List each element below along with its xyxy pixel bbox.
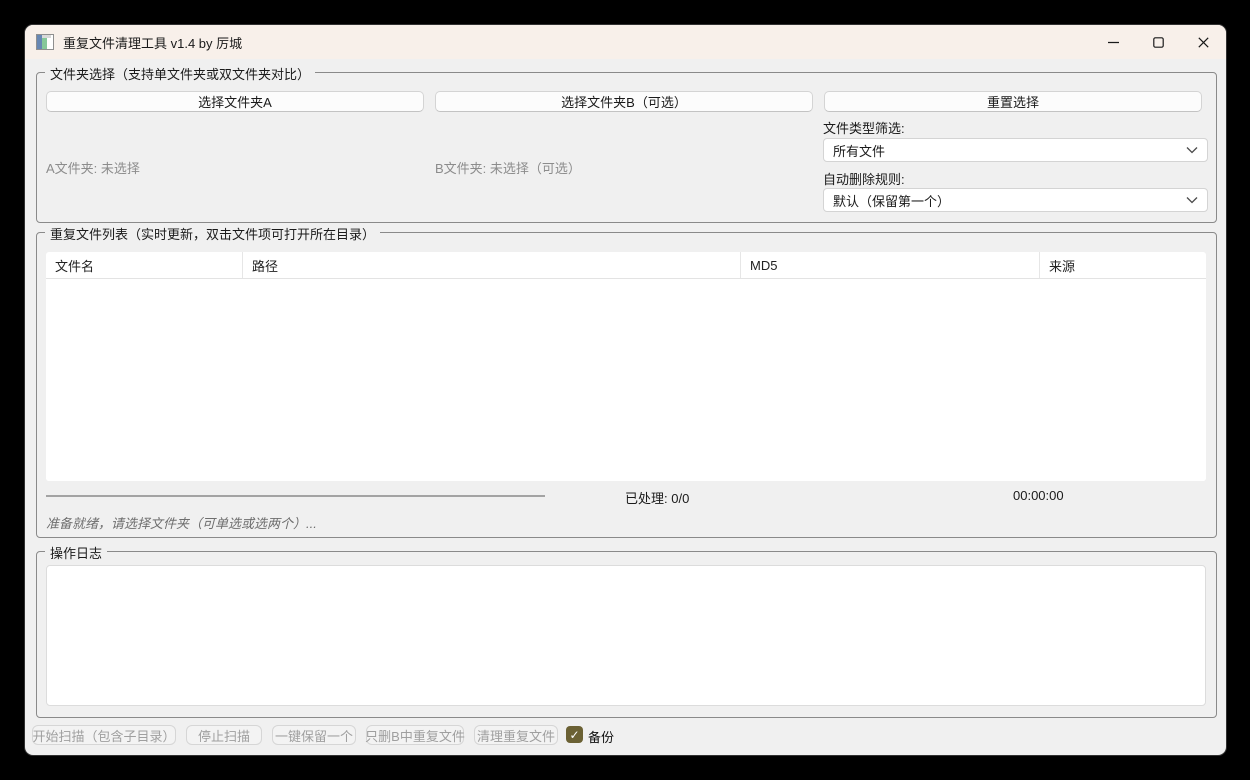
- log-textarea[interactable]: [46, 565, 1206, 706]
- backup-checkbox[interactable]: ✓: [566, 726, 583, 743]
- start-scan-button[interactable]: 开始扫描（包含子目录）: [32, 725, 176, 745]
- chevron-down-icon: [1186, 146, 1198, 154]
- check-icon: ✓: [569, 729, 579, 741]
- select-folder-a-button[interactable]: 选择文件夹A: [46, 91, 424, 112]
- delete-rule-value: 默认（保留第一个）: [833, 191, 950, 210]
- minimize-button[interactable]: [1091, 25, 1136, 59]
- backup-label: 备份: [588, 727, 614, 746]
- folder-a-status: A文件夹: 未选择: [46, 158, 140, 177]
- folder-b-status: B文件夹: 未选择（可选）: [435, 158, 581, 177]
- progress-bar: [46, 495, 545, 497]
- duplicate-file-table[interactable]: 文件名 路径 MD5 来源: [46, 252, 1206, 481]
- reset-selection-button[interactable]: 重置选择: [824, 91, 1202, 112]
- delete-b-duplicates-button[interactable]: 只删B中重复文件: [366, 725, 464, 745]
- processed-counter: 已处理: 0/0: [625, 488, 689, 507]
- table-body[interactable]: [46, 279, 1206, 481]
- table-header: 文件名 路径 MD5 来源: [46, 252, 1206, 279]
- delete-rule-select[interactable]: 默认（保留第一个）: [823, 188, 1208, 212]
- maximize-button[interactable]: [1136, 25, 1181, 59]
- window-title: 重复文件清理工具 v1.4 by 厉城: [63, 33, 242, 52]
- keep-one-button[interactable]: 一键保留一个: [272, 725, 356, 745]
- close-icon: [1198, 37, 1209, 48]
- file-type-label: 文件类型筛选:: [823, 118, 905, 137]
- duplicate-list-title: 重复文件列表（实时更新，双击文件项可打开所在目录）: [45, 224, 380, 243]
- file-type-select[interactable]: 所有文件: [823, 138, 1208, 162]
- select-folder-b-button[interactable]: 选择文件夹B（可选）: [435, 91, 813, 112]
- file-type-value: 所有文件: [833, 141, 885, 160]
- clean-duplicates-button[interactable]: 清理重复文件: [474, 725, 558, 745]
- operation-log-title: 操作日志: [45, 543, 107, 562]
- title-bar: 重复文件清理工具 v1.4 by 厉城: [25, 25, 1226, 59]
- stop-scan-button[interactable]: 停止扫描: [186, 725, 262, 745]
- chevron-down-icon: [1186, 196, 1198, 204]
- column-header-path[interactable]: 路径: [243, 252, 741, 278]
- app-window: 重复文件清理工具 v1.4 by 厉城 文件夹选择（支持单文件夹或双文件夹对比）…: [25, 25, 1226, 755]
- column-header-md5[interactable]: MD5: [741, 252, 1040, 278]
- folder-selection-title: 文件夹选择（支持单文件夹或双文件夹对比）: [45, 64, 315, 83]
- elapsed-timer: 00:00:00: [1013, 488, 1064, 503]
- column-header-source[interactable]: 来源: [1040, 252, 1206, 278]
- minimize-icon: [1108, 37, 1119, 48]
- column-header-filename[interactable]: 文件名: [46, 252, 243, 278]
- close-button[interactable]: [1181, 25, 1226, 59]
- status-message: 准备就绪，请选择文件夹（可单选或选两个）...: [46, 513, 317, 532]
- app-icon: [36, 34, 54, 50]
- maximize-icon: [1153, 37, 1164, 48]
- delete-rule-label: 自动删除规则:: [823, 169, 905, 188]
